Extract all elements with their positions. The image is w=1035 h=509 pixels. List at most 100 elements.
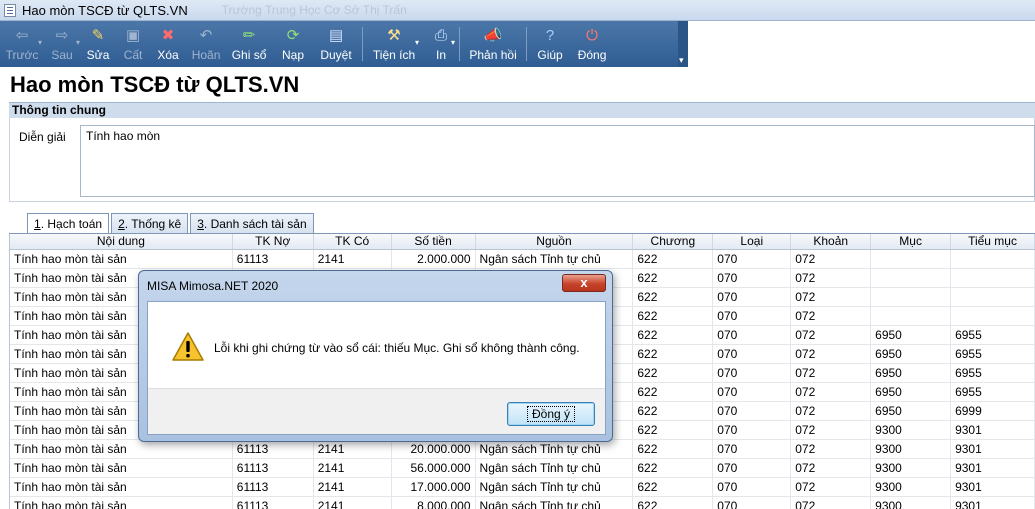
table-cell[interactable]: 9300 [871, 440, 952, 458]
table-cell[interactable] [951, 250, 1035, 268]
table-cell[interactable]: 2141 [314, 440, 392, 458]
table-cell[interactable]: 070 [713, 383, 792, 401]
save-button[interactable]: ▣ Cất [116, 21, 150, 67]
table-cell[interactable]: 6950 [871, 364, 952, 382]
table-cell[interactable]: 070 [713, 288, 792, 306]
table-cell[interactable]: 622 [633, 421, 714, 439]
table-cell[interactable]: 072 [791, 459, 872, 477]
table-cell[interactable]: 622 [633, 478, 714, 496]
table-cell[interactable]: 6950 [871, 402, 952, 420]
table-row[interactable]: Tính hao mòn tài sản 61113 2141 8.000.000 Ng… [10, 497, 1035, 509]
table-cell[interactable]: 6955 [951, 326, 1035, 344]
table-cell[interactable]: 9301 [951, 440, 1035, 458]
col-header-source[interactable]: Nguồn [476, 234, 634, 249]
col-header-debit[interactable]: TK Nợ [233, 234, 314, 249]
table-cell[interactable]: 070 [713, 345, 792, 363]
table-cell[interactable]: 2141 [314, 478, 392, 496]
table-cell[interactable]: 622 [633, 383, 714, 401]
table-cell[interactable]: 9300 [871, 478, 952, 496]
table-cell[interactable]: Ngân sách Tỉnh tự chủ [476, 478, 634, 496]
table-cell[interactable]: 072 [791, 345, 872, 363]
table-cell[interactable]: 9300 [871, 497, 952, 509]
table-cell[interactable]: 9300 [871, 459, 952, 477]
table-cell[interactable]: 072 [791, 364, 872, 382]
table-cell[interactable]: 622 [633, 497, 714, 509]
table-cell[interactable]: 6999 [951, 402, 1035, 420]
table-cell[interactable]: 070 [713, 421, 792, 439]
table-cell[interactable]: 622 [633, 402, 714, 420]
table-cell[interactable]: 070 [713, 459, 792, 477]
table-cell[interactable]: 622 [633, 345, 714, 363]
description-field[interactable]: Tính hao mòn [80, 125, 1035, 197]
table-cell[interactable] [871, 250, 952, 268]
table-cell[interactable] [951, 288, 1035, 306]
table-cell[interactable]: 6955 [951, 383, 1035, 401]
tab-asset-list[interactable]: 3. Danh sách tài sản [190, 213, 314, 234]
table-row[interactable]: Tính hao mòn tài sản 61113 2141 20.000.000 N… [10, 440, 1035, 459]
table-cell[interactable]: 6950 [871, 345, 952, 363]
table-cell[interactable]: 61113 [233, 440, 314, 458]
table-cell[interactable]: Ngân sách Tỉnh tự chủ [476, 440, 634, 458]
table-cell[interactable]: 2.000.000 [392, 250, 476, 268]
table-cell[interactable]: 072 [791, 383, 872, 401]
table-cell[interactable]: 6955 [951, 345, 1035, 363]
table-cell[interactable]: 070 [713, 250, 792, 268]
table-cell[interactable]: Ngân sách Tỉnh tự chủ [476, 497, 634, 509]
table-cell[interactable]: 070 [713, 269, 792, 287]
table-cell[interactable]: 9301 [951, 459, 1035, 477]
table-cell[interactable]: 56.000.000 [392, 459, 476, 477]
col-header-section[interactable]: Mục [871, 234, 952, 249]
table-cell[interactable]: 2141 [314, 459, 392, 477]
table-cell[interactable]: 622 [633, 459, 714, 477]
feedback-button[interactable]: 📣 Phản hồi [464, 21, 522, 67]
table-cell[interactable]: Tính hao mòn tài sản [10, 497, 233, 509]
table-cell[interactable]: 6955 [951, 364, 1035, 382]
table-cell[interactable]: 622 [633, 440, 714, 458]
load-button[interactable]: ⟳ Nạp [272, 21, 314, 67]
table-cell[interactable]: Tính hao mòn tài sản [10, 478, 233, 496]
table-cell[interactable]: 6950 [871, 383, 952, 401]
delete-button[interactable]: ✖ Xóa [150, 21, 186, 67]
col-header-subsection[interactable]: Tiểu mục [951, 234, 1035, 249]
table-cell[interactable]: 6950 [871, 326, 952, 344]
ok-button[interactable]: Đồng ý [507, 402, 595, 426]
utilities-dropdown-icon[interactable]: ▾ [415, 38, 419, 47]
table-cell[interactable]: Tính hao mòn tài sản [10, 459, 233, 477]
table-cell[interactable]: 9301 [951, 478, 1035, 496]
table-cell[interactable]: 070 [713, 307, 792, 325]
table-cell[interactable]: 072 [791, 440, 872, 458]
table-cell[interactable] [871, 288, 952, 306]
table-cell[interactable]: 072 [791, 288, 872, 306]
col-header-item[interactable]: Khoản [791, 234, 872, 249]
table-cell[interactable]: 61113 [233, 250, 314, 268]
table-cell[interactable]: 072 [791, 307, 872, 325]
table-row[interactable]: Tính hao mòn tài sản 61113 2141 17.000.000 N… [10, 478, 1035, 497]
toolbar-overflow-button[interactable] [678, 21, 688, 67]
table-cell[interactable]: Ngân sách Tỉnh tự chủ [476, 250, 634, 268]
table-cell[interactable]: 2141 [314, 497, 392, 509]
table-cell[interactable]: 622 [633, 269, 714, 287]
table-cell[interactable]: 072 [791, 421, 872, 439]
col-header-credit[interactable]: TK Có [314, 234, 392, 249]
table-cell[interactable]: 072 [791, 326, 872, 344]
close-button[interactable]: ⏻ Đóng [569, 21, 615, 67]
table-cell[interactable]: 9301 [951, 497, 1035, 509]
table-cell[interactable]: 622 [633, 307, 714, 325]
table-cell[interactable]: 072 [791, 250, 872, 268]
table-cell[interactable]: 070 [713, 478, 792, 496]
tab-statistics[interactable]: 2. Thống kê [111, 213, 189, 234]
table-cell[interactable] [951, 307, 1035, 325]
col-header-content[interactable]: Nội dung [10, 234, 233, 249]
table-cell[interactable]: 9301 [951, 421, 1035, 439]
col-header-amount[interactable]: Số tiền [392, 234, 476, 249]
dialog-close-button[interactable]: x [562, 274, 606, 292]
table-cell[interactable]: 622 [633, 364, 714, 382]
table-cell[interactable]: 9300 [871, 421, 952, 439]
post-ledger-button[interactable]: ✏ Ghi sổ [226, 21, 272, 67]
table-cell[interactable] [871, 269, 952, 287]
table-cell[interactable]: 070 [713, 497, 792, 509]
table-cell[interactable]: Tính hao mòn tài sản [10, 440, 233, 458]
table-cell[interactable]: 2141 [314, 250, 392, 268]
table-cell[interactable]: 622 [633, 288, 714, 306]
table-cell[interactable]: Tính hao mòn tài sản [10, 250, 233, 268]
